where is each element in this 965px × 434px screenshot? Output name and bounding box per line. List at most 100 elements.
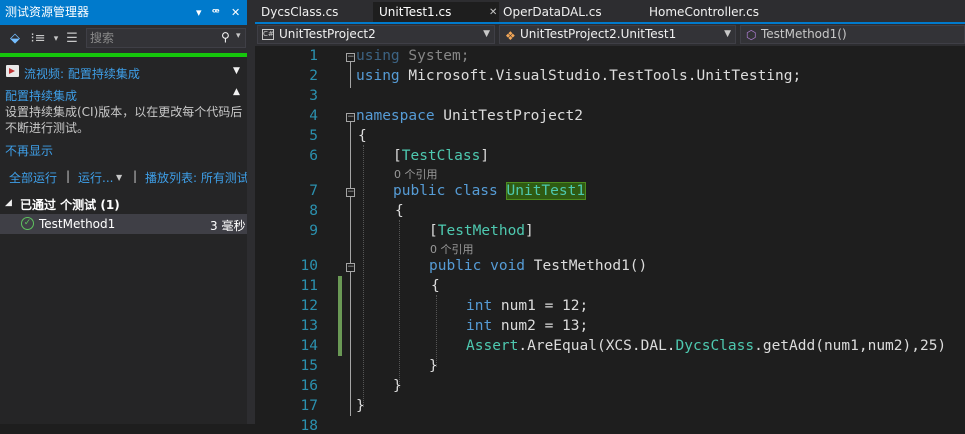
member-name: TestMethod1() xyxy=(761,27,847,41)
group-by-icon[interactable]: ⁝≡ xyxy=(28,29,48,49)
tab-unittest1[interactable]: UnitTest1.cs ✕ xyxy=(373,2,499,24)
code-text: Microsoft.VisualStudio.TestTools.UnitTes… xyxy=(399,68,802,84)
run-menu-dropdown-icon[interactable]: ▼ xyxy=(116,173,122,182)
code-line-9: [TestMethod] xyxy=(429,223,534,239)
keyword: public xyxy=(429,258,482,274)
line-number: 6 xyxy=(309,148,318,164)
code-line-8: { xyxy=(395,203,404,219)
keyword: int xyxy=(466,298,493,314)
line-number: 14 xyxy=(300,338,318,354)
collapse-region-icon[interactable]: − xyxy=(346,188,355,197)
line-number: 17 xyxy=(300,398,318,414)
tab-label: UnitTest1.cs xyxy=(379,5,452,19)
expand-group-icon[interactable]: ◢ xyxy=(5,198,12,208)
panel-splitter[interactable] xyxy=(247,0,255,424)
playlist-link[interactable]: 播放列表: 所有测试 xyxy=(145,169,247,186)
notification-dropdown-icon[interactable]: ▼ xyxy=(233,66,240,76)
tab-dycsclass[interactable]: DycsClass.cs xyxy=(257,2,365,24)
attribute-name: TestMethod xyxy=(437,223,526,239)
collapse-region-icon[interactable]: − xyxy=(346,113,355,122)
line-number: 11 xyxy=(300,278,318,294)
class-icon: ❖ xyxy=(505,29,516,43)
class-dropdown[interactable]: ❖ UnitTestProject2.UnitTest1 ▼ xyxy=(499,25,736,44)
ci-video-link[interactable]: 流视频: 配置持续集成 xyxy=(24,65,140,82)
code-text: num1 = 12; xyxy=(492,298,589,314)
indent-guide xyxy=(436,295,437,367)
code-line-15: } xyxy=(429,358,438,374)
line-number: 13 xyxy=(300,318,318,334)
code-line-13: int num2 = 13; xyxy=(466,318,588,334)
keyword: int xyxy=(466,318,493,334)
indent-guide xyxy=(399,220,400,388)
code-line-16: } xyxy=(393,378,402,394)
reference-count-hint[interactable]: 0 个引用 xyxy=(394,166,438,182)
ci-description-line2: 不断进行测试。 xyxy=(5,121,90,135)
attribute-name: TestClass xyxy=(401,148,481,164)
class-name: UnitTestProject2.UnitTest1 xyxy=(520,27,677,41)
test-explorer-titlebar: 测试资源管理器 ▾ ꟹ ✕ xyxy=(0,0,247,25)
code-text: .AreEqual(XCS.DAL. xyxy=(518,338,676,354)
tab-homecontroller[interactable]: HomeController.cs xyxy=(647,2,789,24)
tab-close-icon[interactable]: ✕ xyxy=(489,2,497,23)
line-number: 12 xyxy=(300,298,318,314)
code-line-12: int num1 = 12; xyxy=(466,298,588,314)
dismiss-link[interactable]: 不再显示 xyxy=(5,142,53,159)
project-dropdown[interactable]: C# UnitTestProject2 ▼ xyxy=(257,25,495,44)
search-box[interactable]: ⚲ ▾ xyxy=(86,28,246,48)
chevron-down-icon: ▼ xyxy=(724,29,731,39)
line-number: 4 xyxy=(309,108,318,124)
run-filter-icon[interactable]: ⬙ xyxy=(5,29,25,49)
line-number: 3 xyxy=(309,88,318,104)
test-explorer-title: 测试资源管理器 xyxy=(5,5,90,19)
project-name: UnitTestProject2 xyxy=(279,27,376,41)
separator: | xyxy=(66,169,71,183)
close-icon[interactable]: ✕ xyxy=(231,0,240,25)
passed-check-icon: ✓ xyxy=(21,217,34,230)
line-number: 9 xyxy=(309,223,318,239)
playlist-icon[interactable]: ☰ xyxy=(62,29,82,49)
tab-label: DycsClass.cs xyxy=(261,5,339,19)
tab-operdatadal[interactable]: OperDataDAL.cs xyxy=(499,2,635,24)
search-icon[interactable]: ⚲ xyxy=(221,30,230,44)
passed-tests-group[interactable]: 已通过 个测试 (1) xyxy=(20,196,120,213)
keyword: class xyxy=(445,183,507,199)
keyword: using xyxy=(356,48,400,64)
code-line-1: using System; xyxy=(356,48,470,64)
code-text: num2 = 13; xyxy=(492,318,589,334)
collapse-region-icon[interactable]: − xyxy=(346,263,355,272)
csharp-project-icon: C# xyxy=(262,29,274,40)
type-name: DycsClass xyxy=(675,338,755,354)
window-position-icon[interactable]: ▾ xyxy=(196,0,202,25)
collapse-icon[interactable]: ▲ xyxy=(233,87,240,97)
line-number: 7 xyxy=(309,183,318,199)
code-line-11: { xyxy=(431,278,440,294)
search-input[interactable] xyxy=(90,30,210,46)
test-row[interactable]: ✓ TestMethod1 3 毫秒 xyxy=(0,214,247,234)
keyword: void xyxy=(481,258,526,274)
line-number: 8 xyxy=(309,203,318,219)
run-all-link[interactable]: 全部运行 xyxy=(9,169,57,186)
pin-icon[interactable]: ꟹ xyxy=(212,0,220,25)
code-text: ] xyxy=(525,223,534,239)
reference-count-hint[interactable]: 0 个引用 xyxy=(430,241,474,257)
test-status-bar xyxy=(0,53,247,57)
code-line-10: public void TestMethod1() xyxy=(429,258,647,274)
outline-line xyxy=(350,62,351,88)
search-options-icon[interactable]: ▾ xyxy=(236,31,241,41)
run-menu-link[interactable]: 运行... xyxy=(78,169,113,186)
collapse-region-icon[interactable]: − xyxy=(346,53,355,62)
code-line-5: { xyxy=(358,128,367,144)
code-line-17: } xyxy=(356,398,365,414)
keyword: public xyxy=(393,183,446,199)
line-number: 18 xyxy=(300,418,318,434)
keyword: namespace xyxy=(356,108,435,124)
highlighted-class-name: UnitTest1 xyxy=(505,182,587,200)
indent-guide xyxy=(363,145,364,407)
ci-heading[interactable]: 配置持续集成 xyxy=(5,87,77,104)
code-line-4: namespace UnitTestProject2 xyxy=(356,108,583,124)
type-name: Assert xyxy=(466,338,519,354)
play-icon xyxy=(9,68,15,74)
member-dropdown[interactable]: ⬡ TestMethod1() xyxy=(740,25,965,44)
document-tabs: DycsClass.cs UnitTest1.cs ✕ OperDataDAL.… xyxy=(255,0,965,24)
code-editor[interactable] xyxy=(255,46,965,424)
